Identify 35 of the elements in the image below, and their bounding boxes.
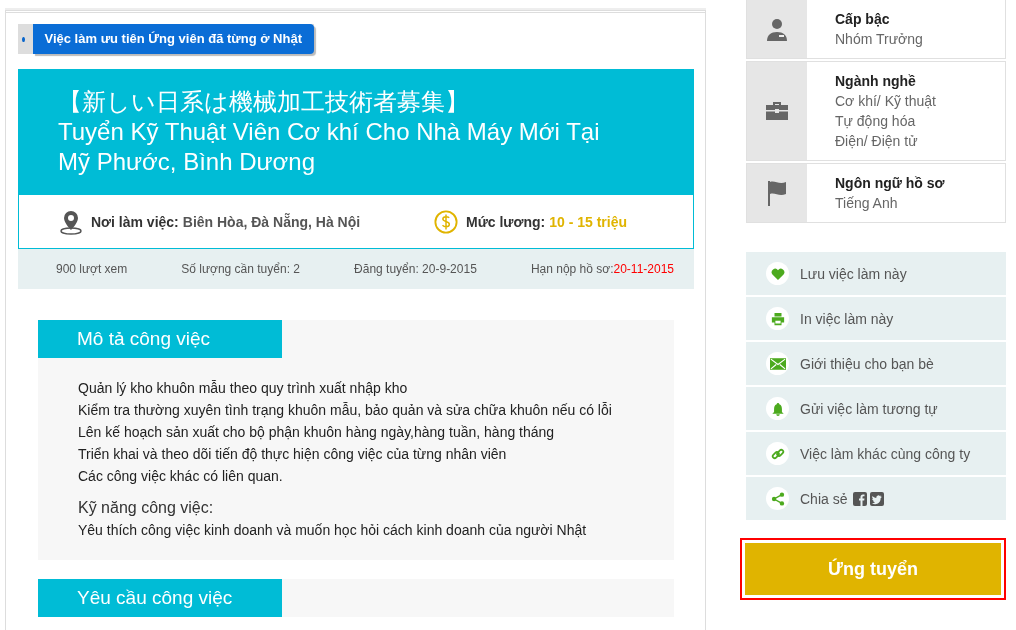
info-value: Tự động hóa [835,112,917,131]
info-value: Tiếng Anh [835,194,899,213]
description-line: Triển khai và theo dõi tiến độ thực hiện công việc của từng nhân viên [78,445,508,464]
action-item[interactable]: Gửi việc làm tương tự [746,387,1006,430]
description-line: Lên kế hoạch sản xuất cho bộ phận khuôn hàng ngày,hàng tuần, hàng tháng [78,423,556,442]
info-value: Điện/ Điện tử [835,132,919,151]
action-item[interactable]: Lưu việc làm này [746,252,1006,295]
location-label: Nơi làm việc: [91,213,179,230]
job-title: Mỹ Phước, Bình Dương [58,147,317,177]
action-item[interactable]: Chia sẻ [746,477,1006,520]
description-line: Kiểm tra thường xuyên tình trạng khuôn mẫu, bảo quản và sửa chữa khuôn nếu có lỗi [78,401,613,420]
action-item[interactable]: In việc làm này [746,297,1006,340]
description-line: Quản lý kho khuôn mẫu theo quy trình xuất nhập kho [78,379,409,398]
action-item[interactable]: Việc làm khác cùng công ty [746,432,1006,475]
section-heading: Mô tả công việc [38,320,282,358]
stat-text: 900 lượt xem [56,262,128,276]
stat-text: Hạn nộp hồ sơ:20-11-2015 [530,262,674,276]
info-value: Cơ khí/ Kỹ thuật [835,92,936,111]
job-title: 【新しい日系は機械加工技術者募集】 [58,87,470,117]
info-label: Cấp bậc [835,10,891,29]
location-value: Biên Hòa, Đà Nẵng, Hà Nội [182,213,361,230]
skills-heading: Kỹ năng công việc: [78,498,215,518]
info-label: Ngôn ngữ hồ sơ [835,174,945,193]
info-label: Ngành nghề [835,72,917,91]
section-heading: Yêu cầu công việc [38,579,282,617]
skills-line: Yêu thích công việc kinh doanh và muốn học hỏi cách kinh doanh của người Nhật [78,521,588,540]
stat-text: Đăng tuyển: 20-9-2015 [354,262,477,276]
action-item[interactable]: Giới thiệu cho bạn bè [746,342,1006,385]
info-value: Nhóm Trưởng [835,30,923,49]
salary-label: Mức lương: [466,213,546,230]
job-title: Tuyển Kỹ Thuật Viên Cơ khí Cho Nhà Máy Mới Tại [58,117,601,147]
priority-tag: Việc làm ưu tiên Ứng viên đã từng ở Nhật [32,24,314,54]
description-line: Các công việc khác có liên quan. [78,467,284,486]
stat-text: Số lượng cần tuyển: 2 [181,262,300,276]
salary-value: 10 - 15 triệu [549,213,628,230]
